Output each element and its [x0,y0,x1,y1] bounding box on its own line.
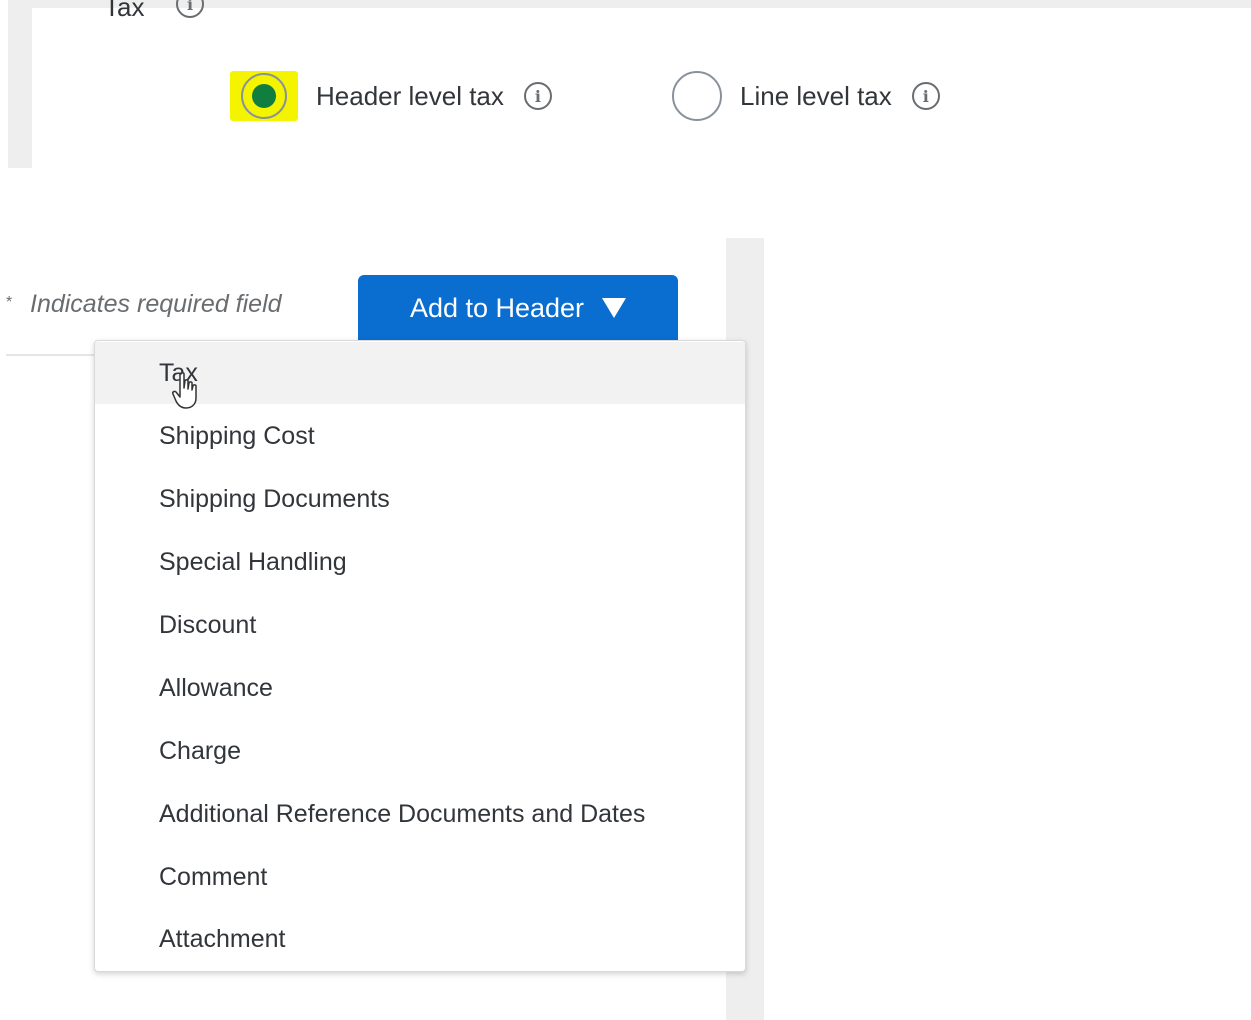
header-level-tax-radio[interactable]: Header level tax i [230,68,552,124]
menu-item-label: Shipping Documents [159,484,390,513]
header-level-tax-label: Header level tax [316,80,504,111]
menu-item-label: Shipping Cost [159,421,315,450]
tax-label: Tax [104,0,145,22]
add-to-header-button[interactable]: Add to Header [358,275,678,345]
radio-button-unselected[interactable] [672,71,722,121]
menu-item-label: Attachment [159,924,286,953]
tax-panel: Tax i Header level tax i Line level tax … [8,0,1251,168]
page: Tax i Header level tax i Line level tax … [0,0,1251,1020]
line-level-tax-label: Line level tax [740,80,892,111]
menu-item-special-handling[interactable]: Special Handling [95,531,745,593]
menu-item-shipping-documents[interactable]: Shipping Documents [95,468,745,530]
info-icon[interactable]: i [911,82,940,110]
menu-item-additional-reference-documents[interactable]: Additional Reference Documents and Dates [95,783,745,845]
hand-pointer-icon [172,372,197,409]
caret-down-icon [602,298,627,318]
menu-item-discount[interactable]: Discount [95,594,745,656]
menu-item-comment[interactable]: Comment [95,846,745,908]
menu-item-label: Comment [159,862,268,891]
required-field-note: Indicates required field [30,290,282,318]
divider [6,354,96,356]
menu-item-allowance[interactable]: Allowance [95,657,745,719]
radio-highlight [230,71,298,121]
menu-item-label: Discount [159,610,257,639]
panel-left-border [8,0,32,168]
menu-item-shipping-cost[interactable]: Shipping Cost [95,405,745,467]
radio-dot [252,84,276,108]
radio-button-selected[interactable] [241,73,287,119]
menu-item-label: Charge [159,736,241,765]
menu-item-charge[interactable]: Charge [95,720,745,782]
required-asterisk: * [6,294,13,311]
menu-item-label: Special Handling [159,547,347,576]
info-icon[interactable]: i [176,0,204,18]
menu-item-label: Allowance [159,673,273,702]
menu-item-label: Additional Reference Documents and Dates [159,799,646,828]
add-to-header-menu: Tax Shipping Cost Shipping Documents Spe… [94,340,746,972]
menu-item-attachment[interactable]: Attachment [95,908,745,970]
info-icon[interactable]: i [523,82,552,110]
add-to-header-label: Add to Header [409,292,585,323]
line-level-tax-radio[interactable]: Line level tax i [672,68,940,124]
